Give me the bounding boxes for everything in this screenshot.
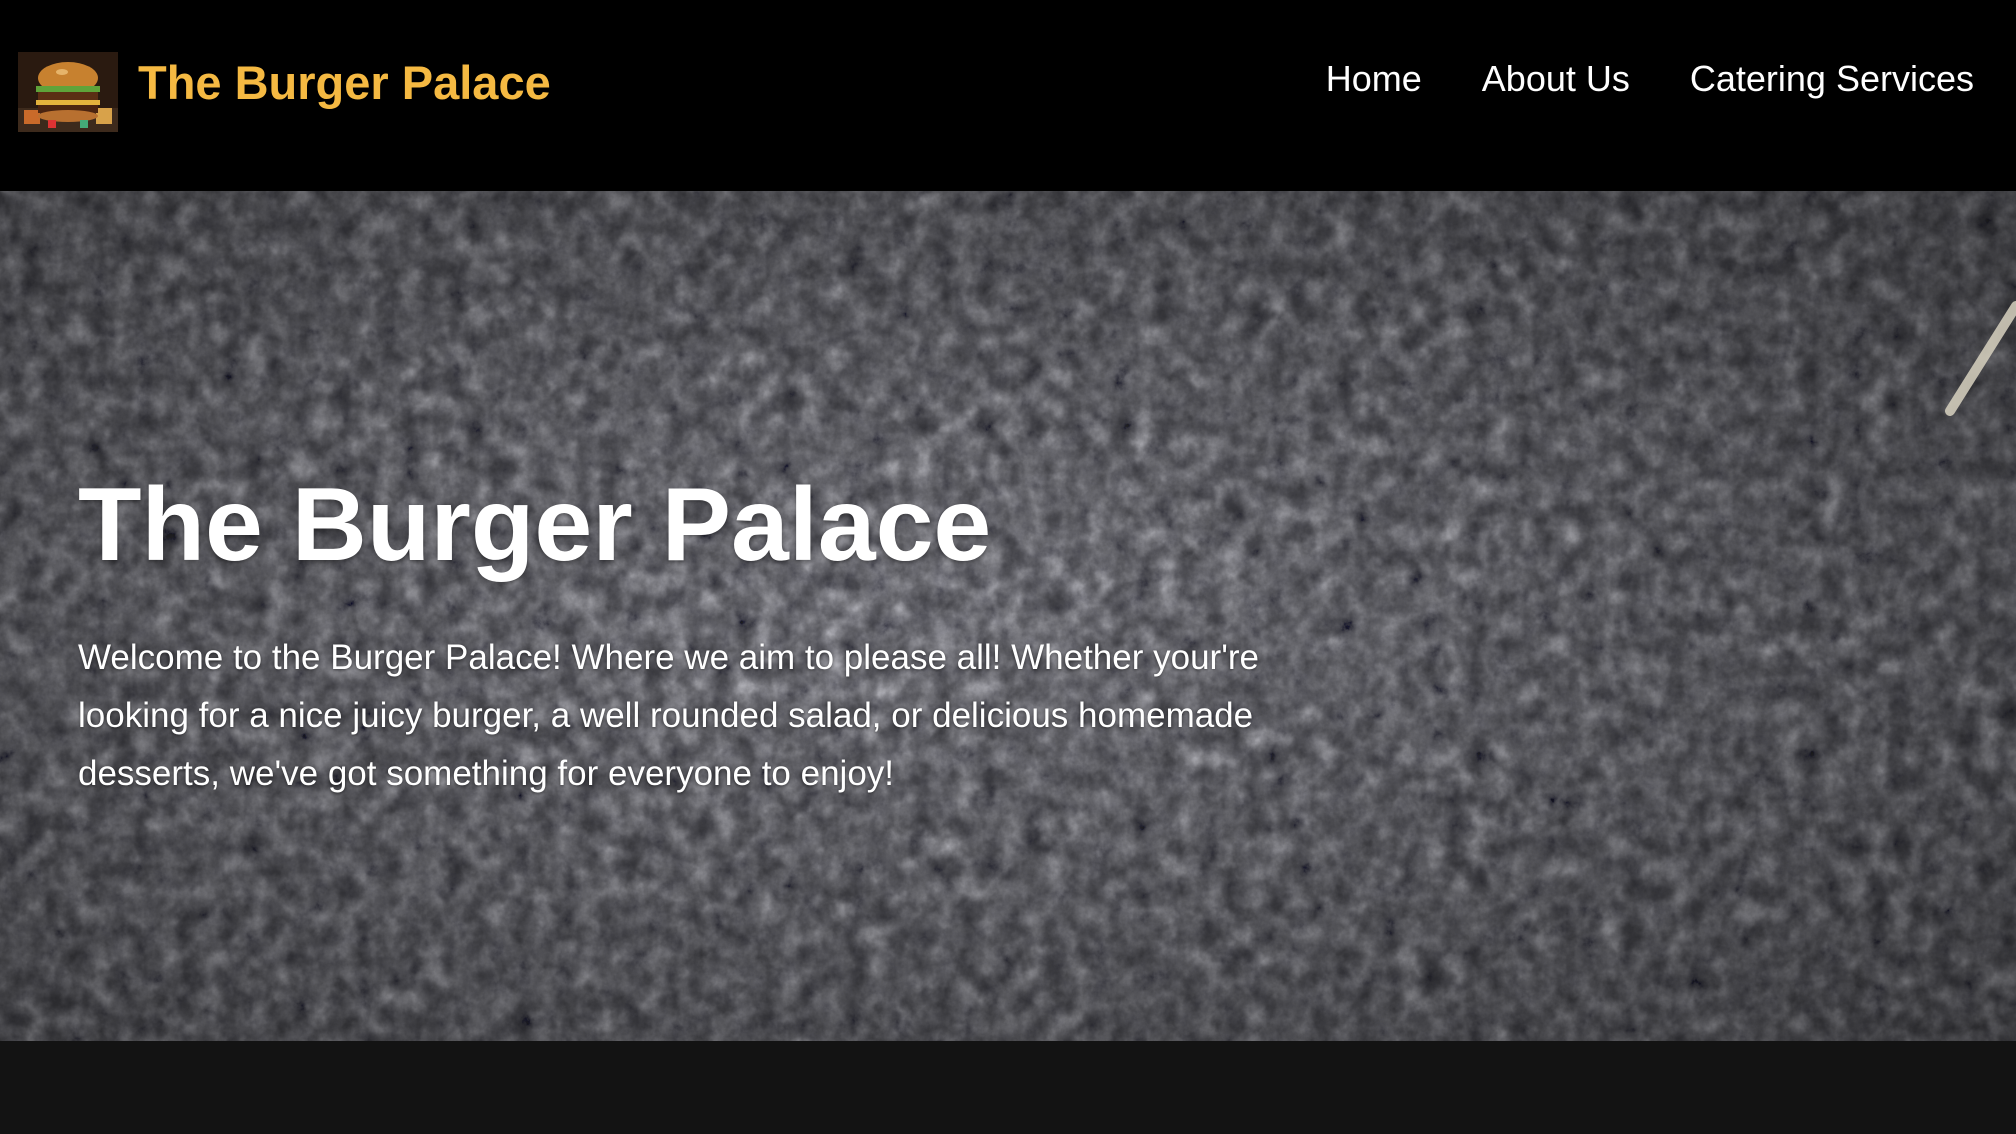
hero-description: Welcome to the Burger Palace! Where we a… [78,638,1260,793]
main-nav: Home About Us Catering Services [1326,58,1974,100]
nav-link-home[interactable]: Home [1326,58,1422,99]
hero-section: The Burger Palace Welcome to the Burger … [0,191,2016,1041]
navbar: The Burger Palace Home About Us Catering… [0,0,2016,191]
nav-link-about-us[interactable]: About Us [1482,58,1630,99]
burger-logo-icon[interactable] [18,52,118,132]
nav-link-catering-services[interactable]: Catering Services [1690,58,1974,99]
hero-content: The Burger Palace Welcome to the Burger … [78,473,1338,803]
brand-name[interactable]: The Burger Palace [138,55,551,110]
hero-title: The Burger Palace [78,467,992,583]
brand[interactable]: The Burger Palace [18,52,551,132]
page-bottom-strip [0,1041,2016,1134]
